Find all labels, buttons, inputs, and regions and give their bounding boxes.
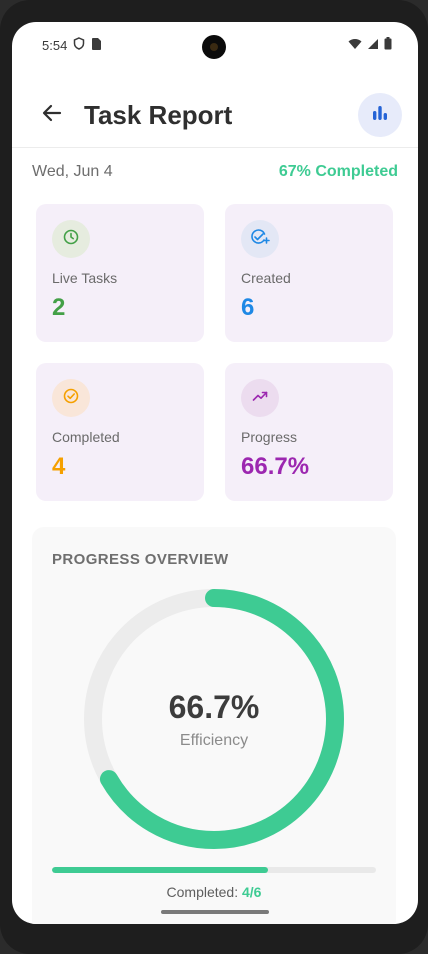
progress-overview-card: PROGRESS OVERVIEW 66.7% Efficiency Compl… [32,527,396,924]
status-left: 5:54 [42,37,102,53]
status-right [348,37,392,53]
ring-caption: Efficiency [179,731,249,749]
completed-label: Completed: [166,884,239,900]
stat-card-progress[interactable]: Progress 66.7% [225,363,393,501]
signal-icon [367,38,379,53]
stat-label: Created [241,270,291,286]
report-date: Wed, Jun 4 [32,163,113,180]
stat-value: 66.7% [241,453,310,480]
page-title: Task Report [84,99,233,130]
shield-icon [73,37,85,53]
stat-value: 2 [52,294,66,321]
wifi-icon [348,38,362,53]
status-time: 5:54 [42,37,68,53]
front-camera [202,35,226,59]
stat-icon-bg [52,220,90,258]
stat-card-live-tasks[interactable]: Live Tasks 2 [36,204,204,342]
completed-caption: Completed: 4/6 [32,884,396,900]
trending-up-icon [251,387,269,410]
ring-center: 66.7% Efficiency [82,587,346,851]
chart-button[interactable] [358,93,402,137]
completed-percent: 67% Completed [278,163,398,180]
stat-label: Progress [241,429,298,445]
clock-icon [62,228,80,251]
stat-value: 4 [52,453,66,480]
back-button[interactable] [38,101,66,129]
overview-title: PROGRESS OVERVIEW [52,551,229,568]
ring-percent: 66.7% [168,688,260,725]
bar-chart-icon [370,103,390,128]
progress-bar-fill [52,867,269,873]
stat-card-created[interactable]: Created 6 [225,204,393,342]
stat-icon-bg [241,379,279,417]
stat-icon-bg [241,220,279,258]
stat-value: 6 [241,294,255,321]
battery-icon [384,37,392,53]
stat-icon-bg [52,379,90,417]
sim-card-icon [91,37,102,53]
home-indicator[interactable] [161,910,269,914]
completed-value: 4/6 [242,884,262,900]
stat-label: Live Tasks [52,270,118,286]
progress-bar [52,867,376,873]
app-screen: 5:54 Task Report Wed, Jun 4 67% Complete… [12,22,418,924]
header-divider [12,147,418,148]
summary-row: Wed, Jun 4 67% Completed [32,160,398,184]
stat-card-completed[interactable]: Completed 4 [36,363,204,501]
arrow-back-icon [40,101,64,130]
add-task-icon [250,228,270,251]
stat-label: Completed [52,429,120,445]
check-circle-icon [62,387,80,410]
app-bar: Task Report [12,82,418,148]
progress-ring: 66.7% Efficiency [82,587,346,851]
